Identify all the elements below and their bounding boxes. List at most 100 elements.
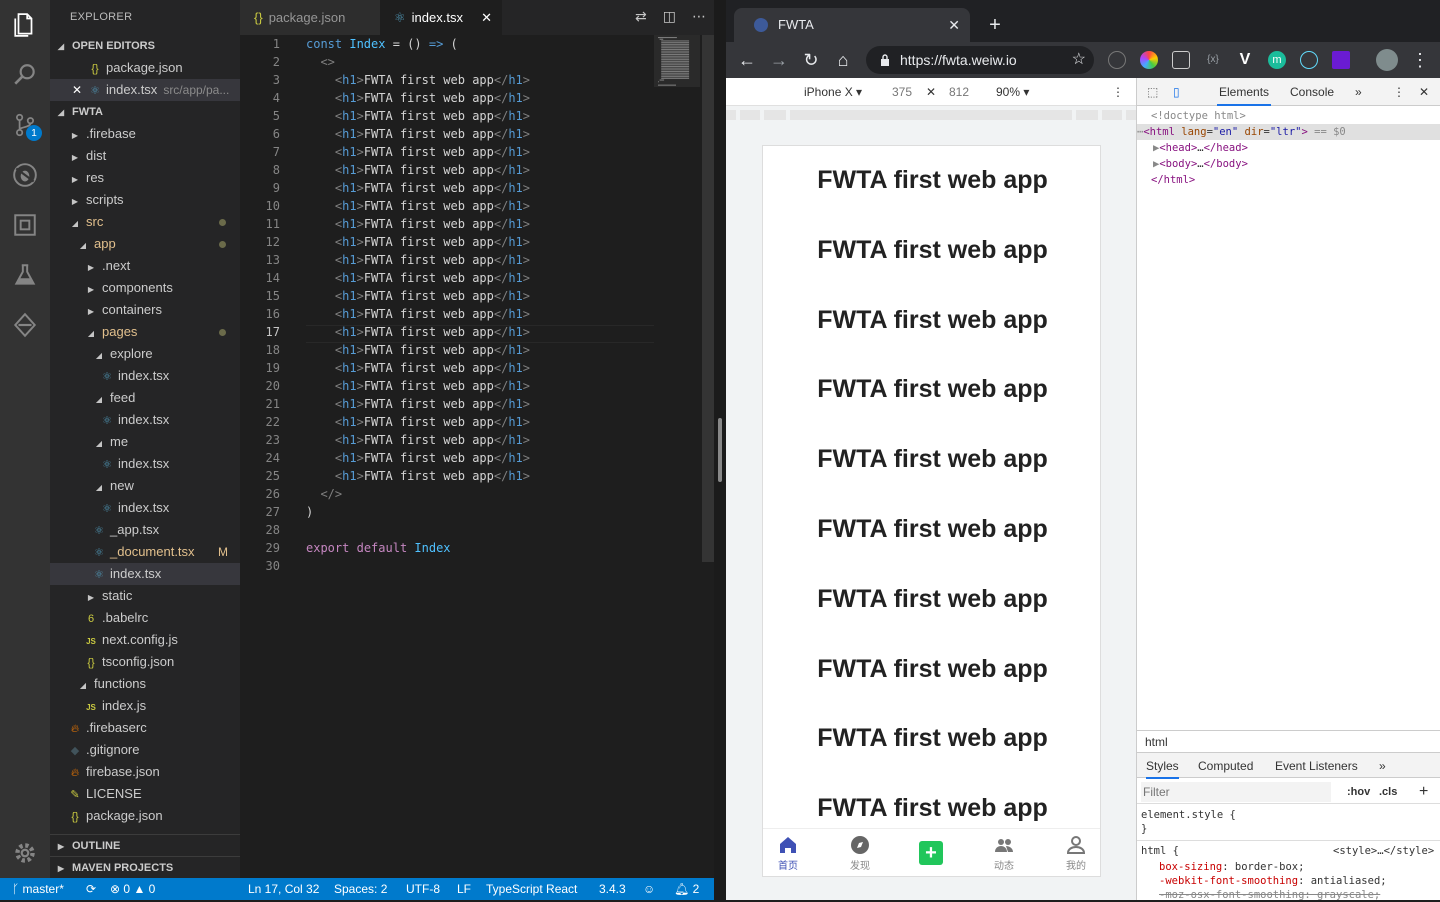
close-icon[interactable]: ✕ xyxy=(70,79,84,101)
tree-item[interactable]: ▶ scripts xyxy=(50,189,240,211)
tree-item[interactable]: ▶ static xyxy=(50,585,240,607)
window-divider[interactable] xyxy=(714,0,726,900)
close-icon[interactable]: ✕ xyxy=(481,0,492,35)
html-close-node[interactable]: </html> xyxy=(1151,172,1195,188)
code-line[interactable]: ) xyxy=(306,503,313,521)
device-toggle-icon[interactable]: ▯ xyxy=(1173,78,1180,106)
devtools-menu-icon[interactable]: ⋮ xyxy=(1393,78,1405,106)
outline-section[interactable]: ▶ OUTLINE xyxy=(50,834,240,856)
code-line[interactable]: <h1>FWTA first web app</h1> xyxy=(306,431,530,449)
json-viewer-icon[interactable]: {x} xyxy=(1204,51,1222,69)
compare-icon[interactable]: ⇄ xyxy=(635,9,647,25)
tree-item[interactable]: 6 .babelrc xyxy=(50,607,240,629)
indentation[interactable]: Spaces: 2 xyxy=(334,878,387,900)
code-line[interactable]: <h1>FWTA first web app</h1> xyxy=(306,305,530,323)
device-more-icon[interactable]: ⋮ xyxy=(1112,78,1124,106)
tab-index-tsx[interactable]: ⚛ index.tsx ✕ xyxy=(380,0,502,35)
style-declaration[interactable]: -webkit-font-smoothing: antialiased; xyxy=(1159,874,1387,888)
tree-item[interactable]: ◢ src xyxy=(50,211,240,233)
code-line[interactable]: <h1>FWTA first web app</h1> xyxy=(306,251,530,269)
tree-item[interactable]: ⚛ _app.tsx xyxy=(50,519,240,541)
editor-scrollbar[interactable] xyxy=(702,35,714,562)
home-icon[interactable]: ⌂ xyxy=(831,48,855,72)
code-line[interactable]: <h1>FWTA first web app</h1> xyxy=(306,179,530,197)
body-node[interactable]: ▶<body>…</body> xyxy=(1153,156,1248,172)
extension-glasses-icon[interactable] xyxy=(1172,51,1190,69)
tree-item[interactable]: {} package.json xyxy=(50,805,240,827)
code-line[interactable]: <h1>FWTA first web app</h1> xyxy=(306,89,530,107)
tree-item[interactable]: ⚛ index.tsx xyxy=(50,563,240,585)
code-line[interactable]: const Index = () => ( xyxy=(306,35,458,53)
new-tab-button[interactable]: + xyxy=(984,8,1006,42)
m-extension-icon[interactable]: m xyxy=(1268,51,1286,69)
code-line[interactable]: <h1>FWTA first web app</h1> xyxy=(306,143,530,161)
plus-icon[interactable]: + xyxy=(919,841,943,865)
sync-icon[interactable]: ⟳ xyxy=(86,878,96,900)
tab-package-json[interactable]: {} package.json xyxy=(240,0,380,35)
code-line[interactable]: export default Index xyxy=(306,539,451,557)
filter-input[interactable] xyxy=(1141,782,1331,802)
zoom-select[interactable]: 90% ▾ xyxy=(996,78,1029,106)
tree-item[interactable]: ◢ feed xyxy=(50,387,240,409)
more-tabs-icon[interactable]: » xyxy=(1379,753,1386,779)
tree-item[interactable]: ◢ app xyxy=(50,233,240,255)
tab-styles[interactable]: Styles xyxy=(1146,753,1179,779)
browser-tab[interactable]: FWTA ✕ xyxy=(734,8,970,42)
problems-status[interactable]: ⊗ 0 ▲ 0 xyxy=(110,878,155,900)
code-line[interactable]: <h1>FWTA first web app</h1> xyxy=(306,161,530,179)
breadcrumb[interactable]: html xyxy=(1137,730,1440,752)
head-node[interactable]: ▶<head>…</head> xyxy=(1153,140,1248,156)
open-editors-section[interactable]: ◢ OPEN EDITORS xyxy=(50,35,240,57)
tree-item[interactable]: JS index.js xyxy=(50,695,240,717)
tab-console[interactable]: Console xyxy=(1290,78,1334,106)
doctype-node[interactable]: <!doctype html> xyxy=(1151,108,1246,124)
more-tabs-icon[interactable]: » xyxy=(1355,78,1362,106)
device-height[interactable]: 812 xyxy=(949,78,969,106)
html-rule-selector[interactable]: html { xyxy=(1141,844,1179,858)
code-line[interactable]: </> xyxy=(306,485,342,503)
tree-item[interactable]: ▶ dist xyxy=(50,145,240,167)
tree-item[interactable]: ⚛ _document.tsx M xyxy=(50,541,240,563)
profile-avatar[interactable] xyxy=(1376,49,1398,71)
media-query-ruler[interactable] xyxy=(726,106,1136,124)
rule-source[interactable]: <style>…</style> xyxy=(1333,844,1434,858)
class-toggle[interactable]: .cls xyxy=(1379,780,1397,804)
extension-purple-icon[interactable] xyxy=(1332,51,1350,69)
split-editor-icon[interactable]: ◫ xyxy=(663,9,676,25)
device-select[interactable]: iPhone X ▾ xyxy=(804,78,862,106)
more-icon[interactable]: ⋯ xyxy=(692,9,706,25)
open-editor-item[interactable]: ✕ ⚛ index.tsx src/app/pa... xyxy=(50,79,240,101)
hover-toggle[interactable]: :hov xyxy=(1347,780,1370,804)
notifications[interactable]: 🔔︎ 2 xyxy=(674,878,699,900)
ts-version[interactable]: 3.4.3 xyxy=(599,878,626,900)
debug-activity[interactable] xyxy=(0,150,50,200)
tree-item[interactable]: ▶ .next xyxy=(50,255,240,277)
branch-status[interactable]: ᚴ master* xyxy=(12,878,64,900)
tree-item[interactable]: ▶ components xyxy=(50,277,240,299)
extension-info-icon[interactable] xyxy=(1108,51,1126,69)
device-width[interactable]: 375 xyxy=(892,78,912,106)
gitlens-activity[interactable] xyxy=(0,300,50,350)
tree-item[interactable]: ◆ .gitignore xyxy=(50,739,240,761)
maven-section[interactable]: ▶ MAVEN PROJECTS xyxy=(50,856,240,878)
chrome-menu-icon[interactable]: ⋮ xyxy=(1408,48,1432,72)
code-line[interactable]: <h1>FWTA first web app</h1> xyxy=(306,197,530,215)
code-line[interactable]: <h1>FWTA first web app</h1> xyxy=(306,395,530,413)
explorer-activity[interactable] xyxy=(0,0,50,50)
tree-item[interactable]: ◢ pages xyxy=(50,321,240,343)
add-rule-icon[interactable]: + xyxy=(1419,780,1428,804)
search-activity[interactable] xyxy=(0,50,50,100)
forward-icon[interactable]: → xyxy=(767,48,791,72)
tree-item[interactable]: ▶ containers xyxy=(50,299,240,321)
line-ending[interactable]: LF xyxy=(457,878,471,900)
code-line[interactable]: <h1>FWTA first web app</h1> xyxy=(306,323,530,341)
inspect-icon[interactable]: ⬚ xyxy=(1147,78,1158,106)
tree-item[interactable]: 🔥︎ .firebaserc xyxy=(50,717,240,739)
tree-item[interactable]: ▶ res xyxy=(50,167,240,189)
code-line[interactable]: <h1>FWTA first web app</h1> xyxy=(306,125,530,143)
tree-item[interactable]: ▶ .firebase xyxy=(50,123,240,145)
tab-computed[interactable]: Computed xyxy=(1198,753,1253,779)
color-picker-icon[interactable] xyxy=(1140,51,1158,69)
tab-elements[interactable]: Elements xyxy=(1217,78,1272,106)
tree-item[interactable]: 🔥︎ firebase.json xyxy=(50,761,240,783)
